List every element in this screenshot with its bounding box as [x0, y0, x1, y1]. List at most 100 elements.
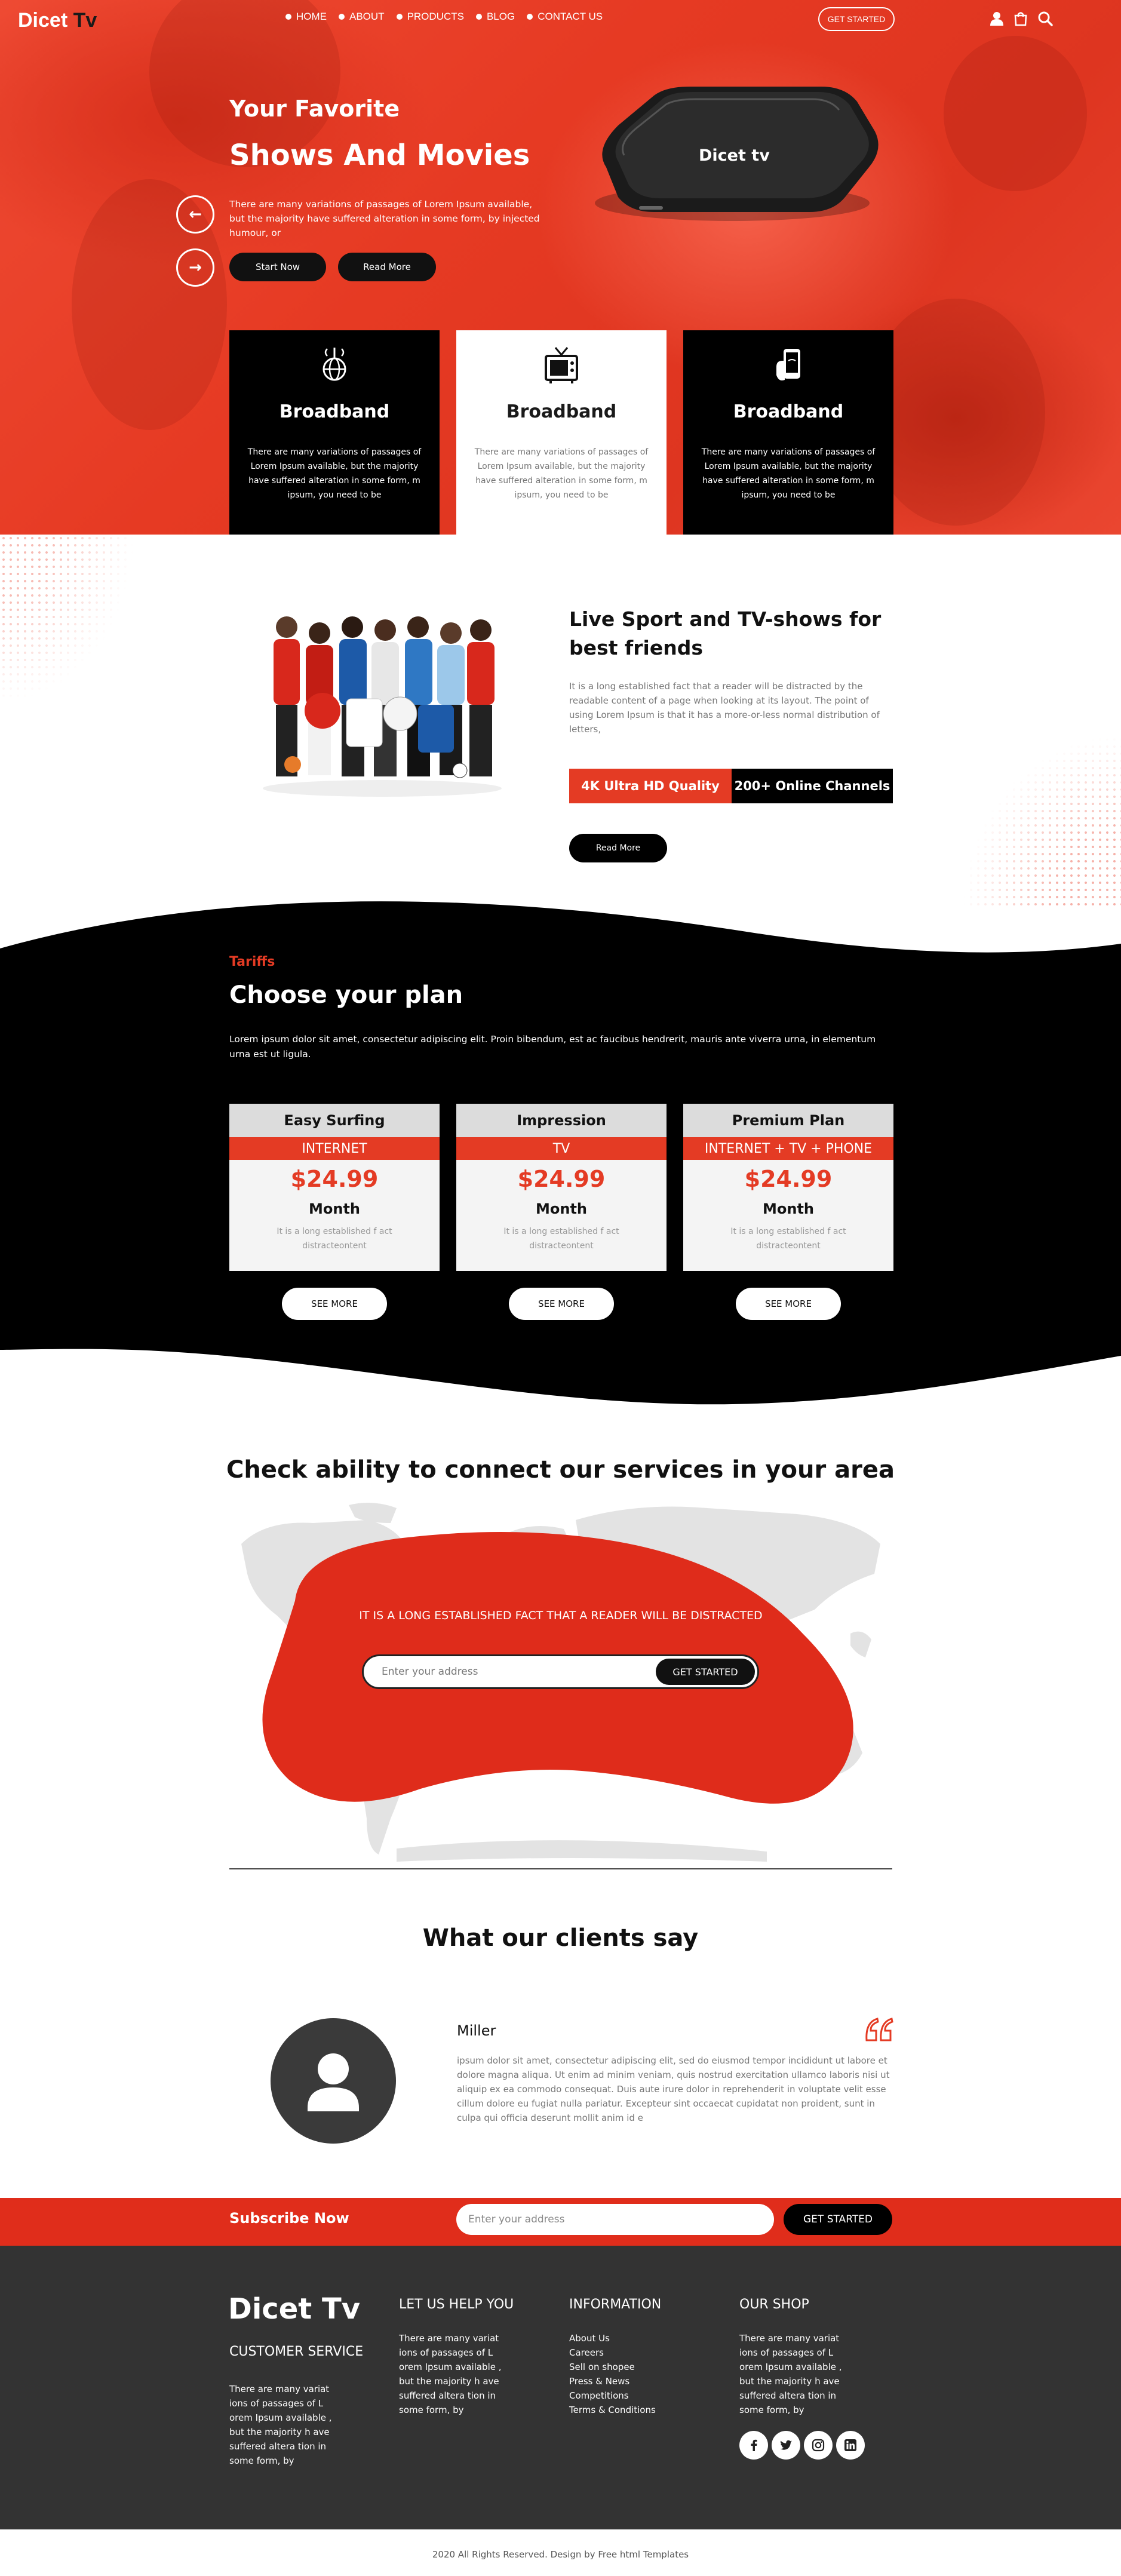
- plan-price: $24.99: [744, 1166, 833, 1192]
- hero-paragraph: There are many variations of passages of…: [229, 199, 540, 238]
- subscribe-input[interactable]: [468, 2204, 755, 2235]
- quote-icon: [865, 2018, 893, 2041]
- page: Dicet Tv HOME ABOUT PRODUCTS BLOG CONTAC…: [0, 0, 1121, 2576]
- about-paragraph: It is a long established fact that a rea…: [569, 681, 880, 735]
- footer-link-about[interactable]: About Us: [569, 2331, 656, 2345]
- arrow-right-icon: →: [189, 259, 202, 277]
- testimonials-title: What our clients say: [422, 1924, 699, 1952]
- quality-badge: 4K Ultra HD Quality: [569, 769, 732, 803]
- hero-title-line1: Your Favorite: [229, 96, 400, 122]
- plan-name: Impression: [456, 1104, 667, 1137]
- feature-title: Broadband: [506, 401, 617, 422]
- arrow-left-icon: ←: [189, 205, 202, 223]
- device-label: Dicet tv: [699, 146, 770, 165]
- hero-section: Dicet Tv HOME ABOUT PRODUCTS BLOG CONTAC…: [0, 0, 1121, 535]
- nav-item-label: HOME: [296, 11, 327, 22]
- address-input[interactable]: [382, 1656, 632, 1687]
- see-more-button[interactable]: SEE MORE: [509, 1288, 614, 1320]
- nav-item-label: PRODUCTS: [407, 11, 464, 22]
- plan-name: Easy Surfing: [229, 1104, 440, 1137]
- avatar: [271, 2018, 396, 2144]
- about-read-more-button[interactable]: Read More: [569, 834, 667, 862]
- shopping-bag-icon[interactable]: [1013, 11, 1028, 26]
- instagram-icon[interactable]: [804, 2431, 833, 2460]
- decorative-dot-pattern: [0, 535, 179, 773]
- facebook-icon[interactable]: [739, 2431, 768, 2460]
- nav-bullet-icon: [527, 14, 533, 20]
- nav-item-label: CONTACT US: [538, 11, 603, 22]
- feature-title: Broadband: [279, 401, 390, 422]
- slider-next-button[interactable]: →: [176, 248, 214, 287]
- footer-info-links: About Us Careers Sell on shopee Press & …: [569, 2331, 656, 2417]
- plan-card: Easy Surfing INTERNET $24.99 Month It is…: [229, 1104, 440, 1271]
- twitter-icon[interactable]: [772, 2431, 800, 2460]
- plan-period: Month: [535, 1201, 587, 1217]
- linkedin-icon[interactable]: [836, 2431, 865, 2460]
- plan-card: Impression TV $24.99 Month It is a long …: [456, 1104, 667, 1271]
- feature-card: Broadband There are many variations of p…: [229, 330, 440, 535]
- nav-item-about[interactable]: ABOUT: [339, 11, 385, 23]
- user-icon: [308, 2053, 359, 2111]
- plan-period: Month: [308, 1201, 360, 1217]
- tv-box-image: Dicet tv: [582, 84, 882, 227]
- tariffs-title: Choose your plan: [229, 981, 463, 1009]
- plan-description: It is a long established f act distracte…: [277, 1227, 392, 1251]
- footer-heading: LET US HELP YOU: [399, 2297, 514, 2312]
- see-more-button[interactable]: SEE MORE: [282, 1288, 387, 1320]
- feature-title: Broadband: [733, 401, 844, 422]
- footer: [0, 2246, 1121, 2529]
- footer-heading: CUSTOMER SERVICE: [229, 2344, 364, 2359]
- plan-card: Premium Plan INTERNET + TV + PHONE $24.9…: [683, 1104, 893, 1271]
- plan-description: It is a long established f act distracte…: [730, 1227, 846, 1251]
- footer-heading: OUR SHOP: [739, 2297, 809, 2312]
- brand-logo[interactable]: Dicet Tv: [18, 9, 97, 32]
- hero-bg-shape: [944, 36, 1087, 191]
- nav-bullet-icon: [285, 14, 291, 20]
- sports-team-image: [257, 609, 508, 800]
- coverage-get-started-button[interactable]: GET STARTED: [656, 1659, 755, 1685]
- channels-badge: 200+ Online Channels: [732, 769, 893, 803]
- subscribe-get-started-button[interactable]: GET STARTED: [784, 2204, 892, 2235]
- client-testimonial: ipsum dolor sit amet, consectetur adipis…: [457, 2055, 890, 2123]
- brand-name-accent: Tv: [73, 9, 97, 32]
- feature-text: There are many variations of passages of…: [701, 447, 876, 500]
- nav-item-blog[interactable]: BLOG: [475, 11, 515, 23]
- phone-hand-icon: [776, 349, 800, 380]
- plan-period: Month: [762, 1201, 814, 1217]
- nav-bullet-icon: [396, 14, 403, 20]
- nav-item-home[interactable]: HOME: [285, 11, 327, 23]
- coverage-text: IT IS A LONG ESTABLISHED FACT THAT A REA…: [359, 1609, 763, 1622]
- about-title: Live Sport and TV-shows for best friends: [569, 607, 882, 659]
- nav-item-products[interactable]: PRODUCTS: [396, 11, 464, 23]
- nav-item-contact[interactable]: CONTACT US: [527, 11, 603, 23]
- footer-logo[interactable]: Dicet Tv: [228, 2292, 360, 2326]
- decorative-dot-pattern: [896, 657, 1121, 908]
- footer-link-careers[interactable]: Careers: [569, 2345, 656, 2360]
- address-search-bar: GET STARTED: [362, 1654, 759, 1689]
- slider-prev-button[interactable]: ←: [176, 195, 214, 234]
- feature-card: Broadband There are many variations of p…: [456, 330, 667, 535]
- tv-icon: [545, 347, 578, 383]
- feature-text: There are many variations of passages of…: [247, 447, 422, 500]
- footer-link-competitions[interactable]: Competitions: [569, 2388, 656, 2403]
- footer-link-press[interactable]: Press & News: [569, 2374, 656, 2388]
- feature-text: There are many variations of passages of…: [474, 447, 649, 500]
- search-icon[interactable]: [1037, 11, 1053, 26]
- header-get-started-button[interactable]: GET STARTED: [818, 7, 895, 31]
- plan-type: TV: [456, 1137, 667, 1160]
- client-name: Miller: [457, 2022, 496, 2039]
- plan-type: INTERNET + TV + PHONE: [683, 1137, 893, 1160]
- footer-link-terms[interactable]: Terms & Conditions: [569, 2403, 656, 2417]
- globe-signal-icon: [323, 348, 346, 381]
- read-more-button[interactable]: Read More: [338, 253, 436, 281]
- footer-link-sell[interactable]: Sell on shopee: [569, 2360, 656, 2374]
- start-now-button[interactable]: Start Now: [229, 253, 326, 281]
- tariffs-paragraph: Lorem ipsum dolor sit amet, consectetur …: [229, 1034, 876, 1060]
- main-nav: HOME ABOUT PRODUCTS BLOG CONTACT US: [285, 11, 615, 23]
- section-divider: [229, 1868, 892, 1869]
- hero-title-line2: Shows And Movies: [229, 139, 530, 172]
- brand-name: Dicet: [18, 9, 73, 32]
- see-more-button[interactable]: SEE MORE: [736, 1288, 841, 1320]
- user-icon[interactable]: [989, 11, 1005, 26]
- plan-description: It is a long established f act distracte…: [503, 1227, 619, 1251]
